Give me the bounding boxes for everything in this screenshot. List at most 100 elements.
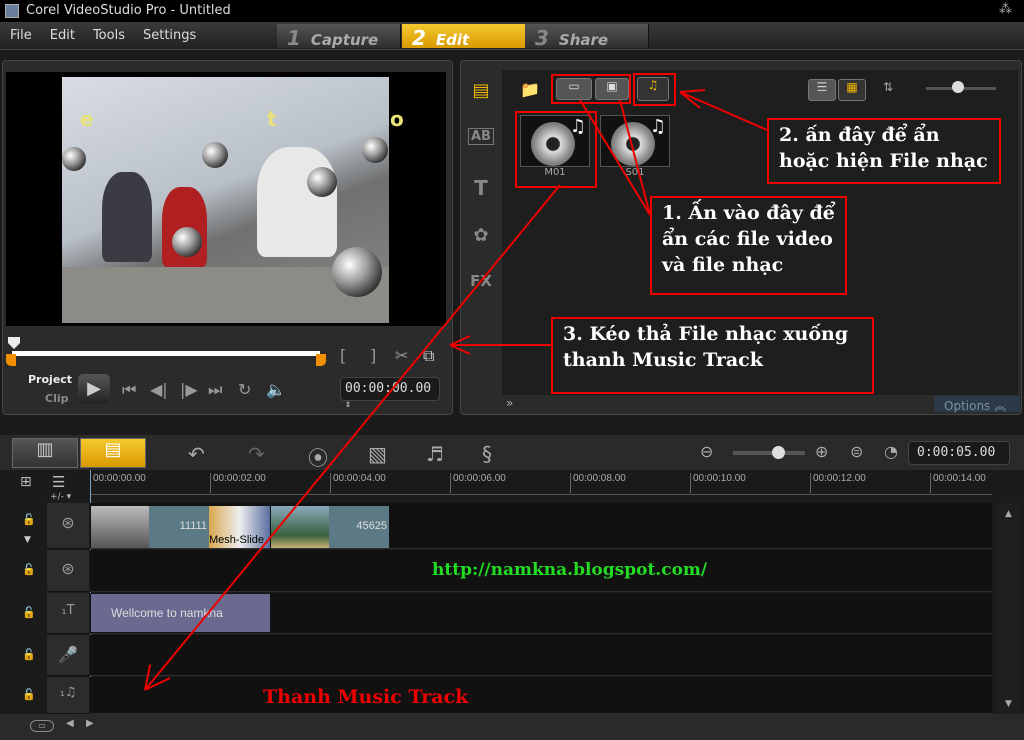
- zoom-slider-thumb[interactable]: [772, 446, 785, 459]
- options-button[interactable]: Options ︽: [934, 396, 1020, 413]
- zoom-slider[interactable]: [733, 451, 805, 455]
- thumbnail-view-button[interactable]: ▦: [838, 79, 866, 101]
- ruler-tick: 00:00:06.00: [450, 473, 506, 493]
- expand-icon[interactable]: »: [506, 396, 513, 410]
- ripple-edit-icon[interactable]: 🔓: [22, 688, 36, 701]
- next-frame-icon[interactable]: |▶: [180, 380, 198, 399]
- bubble: [172, 227, 202, 257]
- auto-movie-icon[interactable]: ▧: [368, 442, 387, 466]
- overlay-letter: t: [267, 107, 277, 131]
- music-track[interactable]: [90, 677, 992, 714]
- storyboard-view-button[interactable]: ▥: [12, 438, 78, 468]
- music-track-icon: ₁♫: [47, 677, 89, 714]
- all-tracks-icon[interactable]: ☰: [52, 473, 65, 491]
- enlarge-preview-icon[interactable]: ⧉: [423, 346, 434, 366]
- annotation-3: 3. Kéo thả File nhạc xuống thanh Music T…: [551, 317, 874, 394]
- dropdown-icon[interactable]: ▼: [24, 535, 31, 545]
- overlay-letter: e: [80, 107, 94, 131]
- menu-edit[interactable]: Edit: [40, 22, 83, 43]
- mark-in-button[interactable]: [: [340, 346, 346, 365]
- ripple-edit-icon[interactable]: 🔓: [22, 648, 36, 661]
- list-view-button[interactable]: ☰: [808, 79, 836, 101]
- tab-share[interactable]: 3 Share: [525, 24, 649, 50]
- record-capture-icon[interactable]: ⦿: [308, 442, 328, 471]
- title-clip[interactable]: Wellcome to namkna: [91, 594, 270, 632]
- annotation-2: 2. ấn đây để ẩn hoặc hiện File nhạc: [767, 118, 1001, 184]
- play-button[interactable]: ▶: [78, 374, 110, 404]
- tab-edit[interactable]: 2 Edit: [402, 24, 526, 50]
- zoom-in-icon[interactable]: ⊕: [815, 442, 828, 461]
- fit-timeline-icon[interactable]: ▭: [30, 720, 54, 732]
- fit-project-icon[interactable]: ⊜: [850, 442, 863, 461]
- clip-mode[interactable]: Clip: [45, 392, 69, 405]
- preview-timecode[interactable]: 00:00:00.00 ⇕: [340, 377, 440, 410]
- overlay-track-icon: ⊛: [47, 550, 89, 592]
- project-timecode[interactable]: 0:00:05.00: [908, 441, 1010, 465]
- watermark-url: http://namkna.blogspot.com/: [432, 560, 708, 580]
- home-icon[interactable]: ⏮: [122, 380, 136, 400]
- volume-icon[interactable]: 🔈: [266, 380, 286, 399]
- window-menu-icon[interactable]: ⁂: [999, 2, 1012, 17]
- scroll-up-icon[interactable]: ▲: [1005, 509, 1012, 519]
- title-track-icon: ₁T: [47, 593, 89, 634]
- transition-icon[interactable]: AB: [468, 128, 494, 145]
- tab-capture[interactable]: 1 Capture: [277, 24, 401, 50]
- media-library-icon[interactable]: ▤: [468, 80, 494, 101]
- bubble: [202, 142, 228, 168]
- voice-track[interactable]: [90, 635, 992, 676]
- zoom-out-icon[interactable]: ⊖: [700, 442, 713, 461]
- vertical-scrollbar[interactable]: ▲ ▼: [996, 503, 1022, 714]
- clip-thumbnail: [91, 506, 149, 548]
- timecode-spinner[interactable]: ⇕: [345, 399, 351, 410]
- repeat-icon[interactable]: ↻: [238, 380, 251, 399]
- menu-tools[interactable]: Tools: [83, 22, 133, 43]
- menu-settings[interactable]: Settings: [133, 22, 204, 43]
- ripple-edit-icon[interactable]: 🔓: [22, 513, 36, 526]
- menu-file[interactable]: File: [0, 22, 40, 43]
- trim-start-handle[interactable]: [6, 354, 16, 366]
- redo-icon[interactable]: ↷: [248, 442, 265, 466]
- transition-clip[interactable]: Mesh-Slide: [209, 506, 270, 548]
- bubble: [62, 147, 86, 171]
- ruler-tick: 00:00:04.00: [330, 473, 386, 493]
- video-clip[interactable]: 45625: [271, 506, 389, 548]
- video-clip[interactable]: 11111: [91, 506, 209, 548]
- graphic-icon[interactable]: ✿: [468, 225, 494, 246]
- title-icon[interactable]: T: [468, 176, 494, 200]
- annotation-1: 1. Ấn vào đây để ẩn các file video và fi…: [650, 196, 847, 295]
- previous-frame-icon[interactable]: ◀|: [150, 380, 168, 399]
- trim-bar[interactable]: [12, 351, 320, 356]
- split-clip-icon[interactable]: ✂: [395, 346, 408, 365]
- item-label: S01: [625, 167, 645, 178]
- track-manager-icon[interactable]: ⊞: [20, 474, 32, 490]
- preview-image: e t o: [62, 77, 404, 323]
- scroll-left-icon[interactable]: ◀: [66, 718, 74, 729]
- smart-proxy-icon[interactable]: §: [482, 442, 492, 466]
- highlight-box: [515, 111, 597, 188]
- bubble: [332, 247, 382, 297]
- ruler-tick: 00:00:10.00: [690, 473, 746, 493]
- bubble: [307, 167, 337, 197]
- ripple-edit-icon[interactable]: 🔓: [22, 606, 36, 619]
- mark-out-button[interactable]: ]: [370, 346, 376, 365]
- ripple-edit-icon[interactable]: 🔓: [22, 563, 36, 576]
- timeline-footer: ▭ ◀ ▶: [0, 714, 1024, 740]
- add-remove-chapter[interactable]: +/- ▾: [50, 492, 71, 502]
- folder-icon[interactable]: 📁: [520, 80, 540, 99]
- library-item[interactable]: ♫ S01: [600, 115, 670, 178]
- project-mode[interactable]: Project: [28, 373, 72, 386]
- project-duration-icon[interactable]: ◔: [884, 442, 898, 461]
- trim-end-handle[interactable]: [316, 354, 326, 366]
- filter-icon[interactable]: FX: [468, 272, 494, 290]
- timeline-view-button[interactable]: ▤: [80, 438, 146, 468]
- slider-thumb[interactable]: [952, 81, 964, 93]
- scroll-right-icon[interactable]: ▶: [86, 718, 94, 729]
- timeline-toolbar: [0, 435, 1024, 470]
- undo-icon[interactable]: ↶: [188, 442, 205, 466]
- scroll-down-icon[interactable]: ▼: [1005, 699, 1012, 709]
- audio-mixer-icon[interactable]: ♬: [426, 442, 444, 466]
- sort-icon[interactable]: ⇅: [883, 80, 893, 94]
- clip-thumbnail: [271, 506, 329, 548]
- ruler-tick: 00:00:00.00: [90, 473, 146, 493]
- end-icon[interactable]: ⏭: [208, 380, 222, 400]
